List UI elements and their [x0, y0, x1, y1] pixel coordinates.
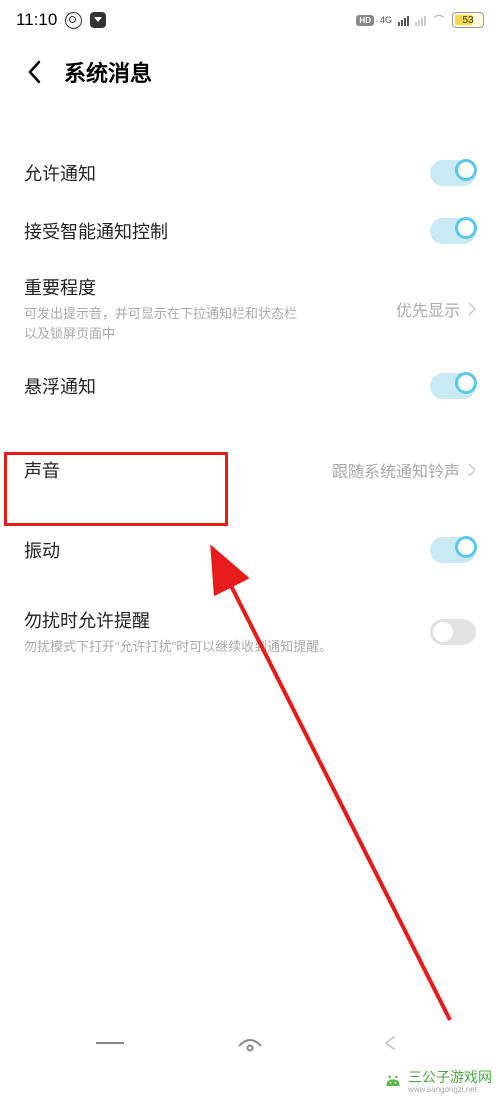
importance-label: 重要程度: [24, 274, 396, 300]
floating-notification-toggle[interactable]: [430, 373, 476, 399]
importance-value: 优先显示: [396, 297, 460, 321]
chevron-left-icon: [27, 60, 41, 84]
network-type: 4G: [380, 15, 392, 25]
watermark-url: www.sangongzi.net: [408, 1085, 492, 1094]
navigation-bar: [0, 1022, 500, 1064]
chevron-right-icon: [468, 302, 476, 316]
signal-icon-2: [415, 14, 426, 26]
sound-item[interactable]: 声音 跟随系统通知铃声: [0, 435, 500, 505]
status-right: HD 4G 53: [356, 12, 484, 28]
sound-value: 跟随系统通知铃声: [332, 458, 460, 482]
dnd-desc: 勿扰模式下打开"允许打扰"时可以继续收到通知提醒。: [24, 637, 364, 657]
allow-notification-label: 允许通知: [24, 160, 430, 186]
vibration-label: 振动: [24, 537, 430, 563]
smart-control-label: 接受智能通知控制: [24, 218, 430, 244]
watermark-text: 三公子游戏网: [408, 1069, 492, 1085]
status-bar: 11:10 HD 4G 53: [0, 0, 500, 36]
home-button[interactable]: [236, 1032, 264, 1054]
floating-notification-item[interactable]: 悬浮通知: [0, 357, 500, 415]
back-button[interactable]: [20, 58, 48, 86]
status-left: 11:10: [16, 10, 106, 30]
back-nav-button[interactable]: [376, 1032, 404, 1054]
importance-desc: 可发出提示音，并可显示在下拉通知栏和状态栏以及锁屏页面中: [24, 304, 304, 343]
vibration-toggle[interactable]: [430, 537, 476, 563]
vibration-item[interactable]: 振动: [0, 521, 500, 579]
dnd-label: 勿扰时允许提醒: [24, 607, 430, 633]
chevron-right-icon: [468, 463, 476, 477]
dnd-toggle[interactable]: [430, 619, 476, 645]
smart-control-item[interactable]: 接受智能通知控制: [0, 202, 500, 260]
status-time: 11:10: [16, 10, 57, 30]
battery-level: 53: [455, 15, 481, 26]
page-title: 系统消息: [64, 56, 152, 88]
header: 系统消息: [0, 36, 500, 104]
wifi-icon: [432, 15, 446, 25]
watermark-logo-icon: [383, 1074, 403, 1088]
allow-notification-item[interactable]: 允许通知: [0, 144, 500, 202]
smart-control-toggle[interactable]: [430, 218, 476, 244]
sound-label: 声音: [24, 457, 332, 483]
dnd-item[interactable]: 勿扰时允许提醒 勿扰模式下打开"允许打扰"时可以继续收到通知提醒。: [0, 593, 500, 671]
app-icon: [90, 12, 106, 28]
battery-icon: 53: [452, 12, 484, 28]
quark-icon: [65, 12, 82, 29]
settings-list: 允许通知 接受智能通知控制 重要程度 可发出提示音，并可显示在下拉通知栏和状态栏…: [0, 104, 500, 671]
importance-item[interactable]: 重要程度 可发出提示音，并可显示在下拉通知栏和状态栏以及锁屏页面中 优先显示: [0, 260, 500, 357]
watermark: 三公子游戏网 www.sangongzi.net: [383, 1067, 492, 1094]
hd-badge-icon: HD: [356, 15, 374, 26]
floating-notification-label: 悬浮通知: [24, 373, 430, 399]
allow-notification-toggle[interactable]: [430, 160, 476, 186]
recent-apps-button[interactable]: [96, 1032, 124, 1054]
signal-icon: [398, 14, 409, 26]
